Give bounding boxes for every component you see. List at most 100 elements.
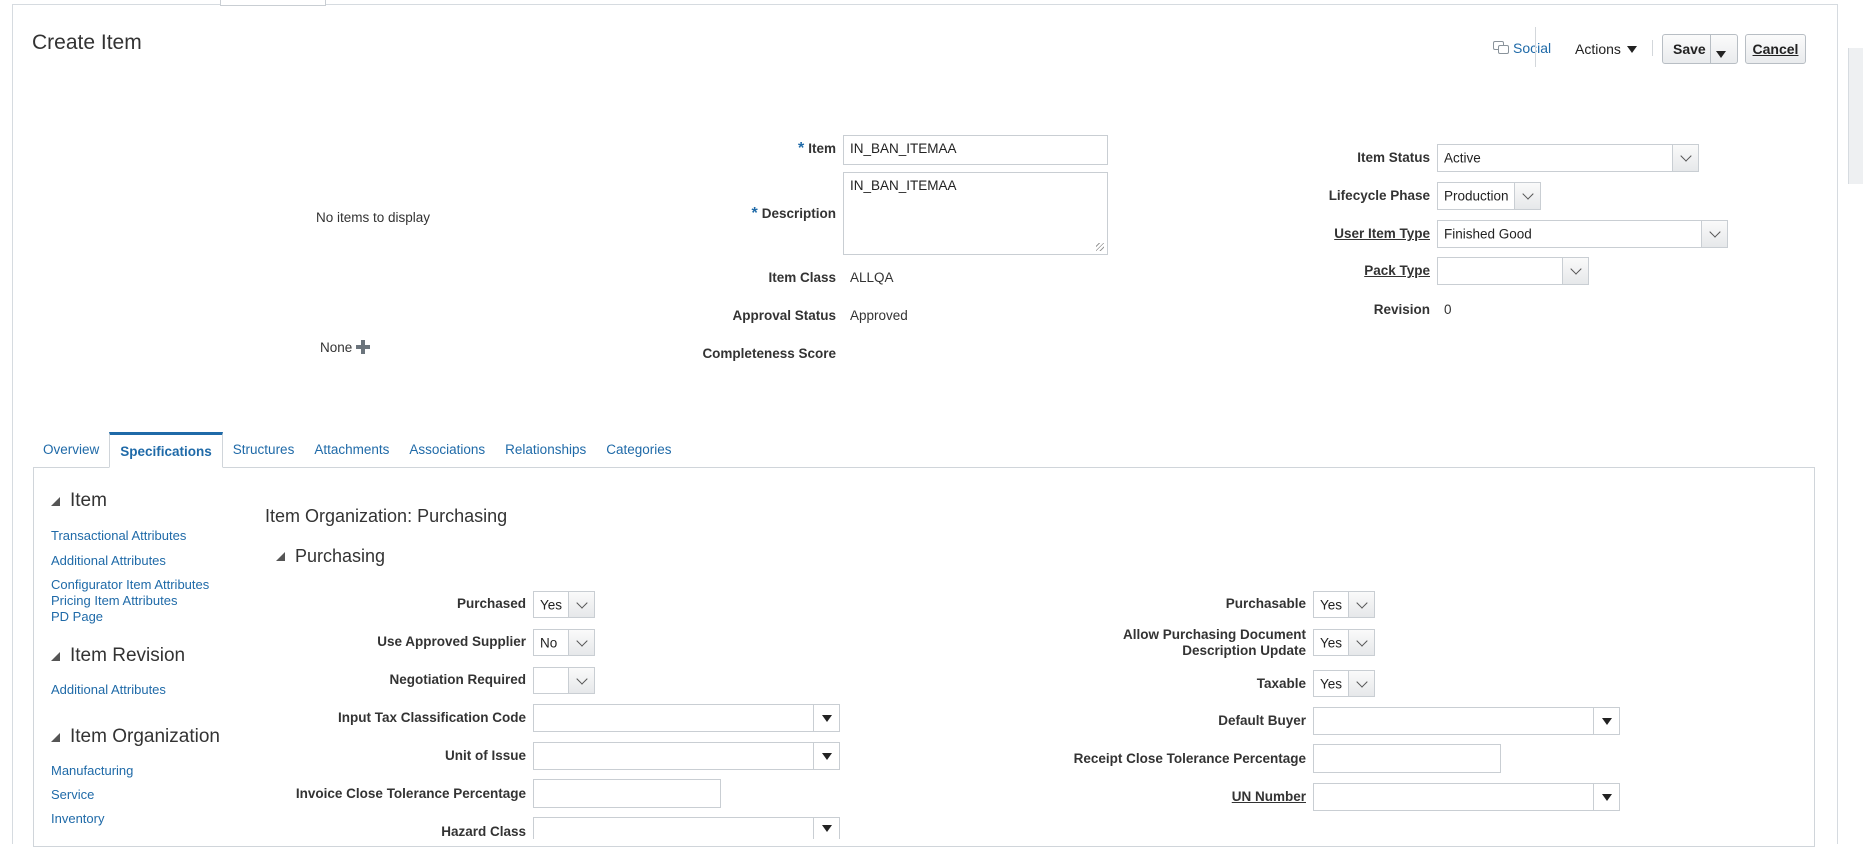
tab-categories[interactable]: Categories: [596, 432, 681, 466]
item-class-label: Item Class: [768, 270, 836, 285]
none-text: None: [320, 340, 353, 355]
tab-overview[interactable]: Overview: [33, 432, 109, 466]
collapse-icon[interactable]: [276, 552, 285, 561]
resize-handle-icon[interactable]: [1096, 243, 1104, 251]
social-link[interactable]: Social: [1493, 40, 1551, 56]
chevron-down-icon[interactable]: [568, 630, 594, 655]
save-menu-caret-icon[interactable]: [1716, 45, 1726, 61]
tab-specifications[interactable]: Specifications: [109, 432, 223, 468]
sidebar-heading-item-organization[interactable]: Item Organization: [51, 726, 220, 748]
sidebar-heading-item[interactable]: Item: [51, 490, 107, 512]
right-side-rail[interactable]: [1848, 48, 1863, 184]
pack-type-select[interactable]: [1437, 257, 1589, 285]
chevron-down-icon[interactable]: [1672, 145, 1698, 171]
item-label: * Item: [798, 140, 836, 157]
chevron-down-icon[interactable]: [1701, 221, 1727, 247]
purchased-select[interactable]: Yes: [533, 591, 595, 618]
hazard-class-label: Hazard Class: [441, 824, 526, 839]
purchased-value: Yes: [540, 597, 563, 612]
chevron-down-icon[interactable]: [568, 592, 594, 617]
lifecycle-select[interactable]: Production: [1437, 182, 1541, 210]
page-title: Create Item: [32, 31, 142, 54]
receipt-close-input[interactable]: [1313, 744, 1501, 773]
caret-down-icon[interactable]: [1593, 708, 1619, 734]
negotiation-select[interactable]: [533, 667, 595, 694]
chevron-down-icon[interactable]: [1562, 258, 1588, 284]
un-number-select[interactable]: [1313, 783, 1620, 811]
allow-description-label: Allow Purchasing Document Description Up…: [1122, 627, 1306, 658]
tab-structures[interactable]: Structures: [223, 432, 305, 466]
actions-menu[interactable]: Actions: [1575, 41, 1637, 57]
item-input[interactable]: IN_BAN_ITEMAA: [843, 135, 1108, 165]
sidebar-link-transactional[interactable]: Transactional Attributes: [51, 528, 186, 543]
approved-supplier-select[interactable]: No: [533, 629, 595, 656]
approved-supplier-value: No: [540, 635, 558, 650]
chevron-down-icon[interactable]: [1348, 630, 1374, 655]
tab-relationships[interactable]: Relationships: [495, 432, 596, 466]
default-buyer-select[interactable]: [1313, 707, 1620, 735]
default-buyer-label: Default Buyer: [1218, 713, 1306, 728]
collapse-icon[interactable]: [51, 496, 60, 506]
description-textarea[interactable]: IN_BAN_ITEMAA: [843, 172, 1108, 255]
allow-description-select[interactable]: Yes: [1313, 629, 1375, 656]
tab-attachments[interactable]: Attachments: [304, 432, 399, 466]
approval-status-label: Approval Status: [732, 308, 836, 323]
purchasable-label: Purchasable: [1225, 596, 1306, 611]
user-item-type-select[interactable]: Finished Good: [1437, 220, 1728, 248]
subsection-purchasing[interactable]: Purchasing: [276, 546, 385, 567]
tab-associations[interactable]: Associations: [399, 432, 495, 466]
actions-label: Actions: [1575, 41, 1621, 57]
sidebar-heading-item-revision[interactable]: Item Revision: [51, 645, 185, 667]
header-divider: [1535, 27, 1536, 67]
sidebar-link-revision-additional[interactable]: Additional Attributes: [51, 682, 166, 697]
invoice-close-label: Invoice Close Tolerance Percentage: [295, 786, 526, 801]
top-tab-stub[interactable]: [220, 0, 326, 6]
detail-tabs: Overview Specifications Structures Attac…: [33, 432, 682, 468]
description-label: * Description: [751, 205, 837, 222]
header-divider: [1652, 40, 1653, 56]
unit-of-issue-select[interactable]: [533, 742, 840, 770]
hazard-class-select[interactable]: [533, 817, 840, 839]
caret-down-icon[interactable]: [813, 705, 839, 731]
sidebar-link-inventory[interactable]: Inventory: [51, 811, 104, 826]
collapse-icon[interactable]: [51, 651, 60, 661]
chevron-down-icon[interactable]: [1348, 671, 1374, 696]
caret-down-icon[interactable]: [813, 743, 839, 769]
sidebar-link-pd-page[interactable]: PD Page: [51, 609, 103, 624]
sidebar-link-pricing[interactable]: Pricing Item Attributes: [51, 593, 177, 608]
negotiation-label: Negotiation Required: [389, 672, 526, 687]
add-icon[interactable]: [356, 340, 371, 354]
sidebar-link-manufacturing[interactable]: Manufacturing: [51, 763, 133, 778]
no-items-text: No items to display: [316, 210, 431, 225]
purchased-label: Purchased: [456, 596, 526, 611]
item-status-select[interactable]: Active: [1437, 144, 1699, 172]
taxable-label: Taxable: [1256, 676, 1306, 691]
social-label: Social: [1513, 40, 1552, 56]
taxable-select[interactable]: Yes: [1313, 670, 1375, 697]
user-item-type-label: User Item Type: [1334, 226, 1430, 241]
chevron-down-icon[interactable]: [1348, 592, 1374, 617]
collapse-icon[interactable]: [51, 732, 60, 742]
sidebar-link-additional[interactable]: Additional Attributes: [51, 553, 166, 568]
tags-none: None: [320, 340, 371, 355]
chevron-down-icon[interactable]: [568, 668, 594, 693]
revision-label: Revision: [1373, 302, 1430, 317]
sidebar-link-configurator[interactable]: Configurator Item Attributes: [51, 577, 209, 592]
approved-supplier-label: Use Approved Supplier: [377, 634, 526, 649]
item-class-value: ALLQA: [850, 270, 894, 285]
item-status-value: Active: [1444, 150, 1481, 166]
save-button[interactable]: Save: [1662, 34, 1738, 64]
chevron-down-icon[interactable]: [1514, 183, 1540, 209]
save-split-divider: [1710, 35, 1711, 63]
caret-down-icon[interactable]: [1593, 784, 1619, 810]
revision-value: 0: [1444, 302, 1452, 317]
receipt-close-label: Receipt Close Tolerance Percentage: [1073, 751, 1306, 766]
purchasable-select[interactable]: Yes: [1313, 591, 1375, 618]
required-icon: *: [751, 205, 758, 222]
caret-down-icon[interactable]: [813, 818, 839, 839]
input-tax-select[interactable]: [533, 704, 840, 732]
caret-down-icon: [1626, 45, 1637, 53]
cancel-button[interactable]: Cancel: [1745, 34, 1806, 64]
sidebar-link-service[interactable]: Service: [51, 787, 94, 802]
invoice-close-input[interactable]: [533, 779, 721, 808]
